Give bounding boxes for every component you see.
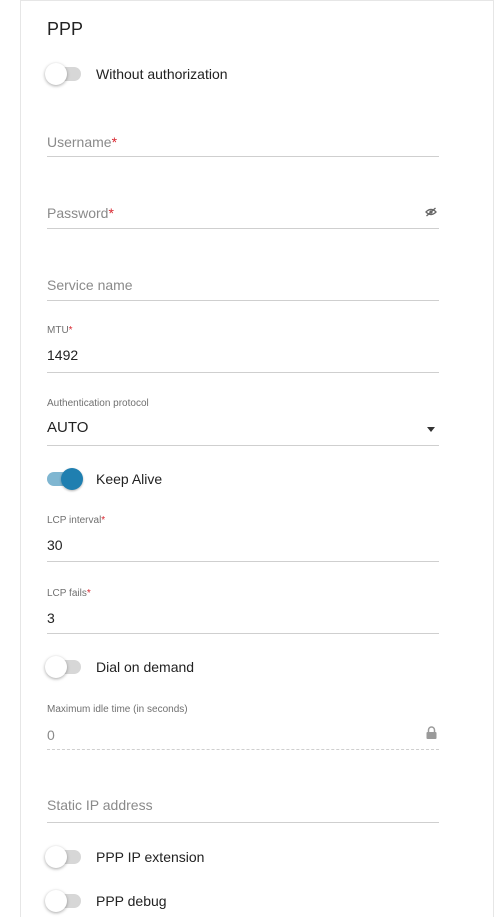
password-field[interactable]: Password* [47, 199, 439, 231]
max-idle-time-value: 0 [47, 727, 55, 743]
lcp-fails-value: 3 [47, 610, 55, 626]
keep-alive-label: Keep Alive [96, 471, 163, 487]
toggle-knob [45, 656, 67, 678]
toggle-knob [45, 846, 67, 868]
auth-protocol-underline [47, 445, 439, 446]
mtu-field[interactable]: MTU* 1492 [47, 325, 439, 375]
lcp-fails-underline [47, 633, 439, 634]
service-name-placeholder: Service name [47, 277, 133, 293]
static-ip-underline [47, 822, 439, 823]
ppp-settings-panel: PPP Without authorization Username* Pass… [20, 0, 494, 917]
toggle-knob [61, 468, 83, 490]
password-placeholder: Password* [47, 205, 114, 221]
auth-protocol-value: AUTO [47, 419, 89, 436]
mtu-value: 1492 [47, 347, 79, 363]
auth-protocol-label: Authentication protocol [47, 398, 149, 409]
without-authorization-toggle[interactable] [45, 63, 81, 85]
lcp-interval-field[interactable]: LCP interval* 30 [47, 515, 439, 565]
lock-icon [426, 726, 437, 739]
without-authorization-row[interactable]: Without authorization [45, 63, 228, 85]
ppp-ip-extension-toggle[interactable] [45, 846, 81, 868]
password-underline [47, 228, 439, 229]
service-name-field[interactable]: Service name [47, 271, 439, 303]
max-idle-time-label: Maximum idle time (in seconds) [47, 704, 188, 715]
mtu-label: MTU* [47, 325, 73, 336]
max-idle-time-field: Maximum idle time (in seconds) 0 [47, 704, 439, 754]
lcp-interval-value: 30 [47, 537, 63, 553]
ppp-ip-extension-label: PPP IP extension [96, 849, 205, 865]
keep-alive-row[interactable]: Keep Alive [47, 468, 162, 490]
dial-on-demand-row[interactable]: Dial on demand [45, 656, 195, 678]
eye-off-icon[interactable] [425, 207, 437, 217]
username-placeholder: Username* [47, 134, 118, 150]
mtu-underline [47, 372, 439, 373]
lcp-interval-label: LCP interval* [47, 515, 106, 526]
auth-protocol-select[interactable]: Authentication protocol AUTO [47, 398, 439, 448]
lcp-fails-label: LCP fails* [47, 588, 91, 599]
ppp-debug-row[interactable]: PPP debug [45, 890, 167, 912]
dial-on-demand-label: Dial on demand [96, 659, 195, 675]
lcp-interval-underline [47, 561, 439, 562]
static-ip-placeholder: Static IP address [47, 797, 153, 813]
username-field[interactable]: Username* [47, 126, 439, 158]
section-title: PPP [47, 19, 84, 39]
chevron-down-icon[interactable] [427, 427, 435, 432]
ppp-debug-label: PPP debug [96, 893, 167, 909]
keep-alive-toggle[interactable] [47, 468, 83, 490]
without-authorization-label: Without authorization [96, 66, 228, 82]
dial-on-demand-toggle[interactable] [45, 656, 81, 678]
toggle-knob [45, 890, 67, 912]
static-ip-field[interactable]: Static IP address [47, 797, 439, 829]
toggle-knob [45, 63, 67, 85]
lcp-fails-field[interactable]: LCP fails* 3 [47, 588, 439, 638]
service-name-underline [47, 300, 439, 301]
ppp-ip-extension-row[interactable]: PPP IP extension [45, 846, 205, 868]
max-idle-time-underline [47, 749, 439, 750]
ppp-debug-toggle[interactable] [45, 890, 81, 912]
username-underline [47, 156, 439, 157]
